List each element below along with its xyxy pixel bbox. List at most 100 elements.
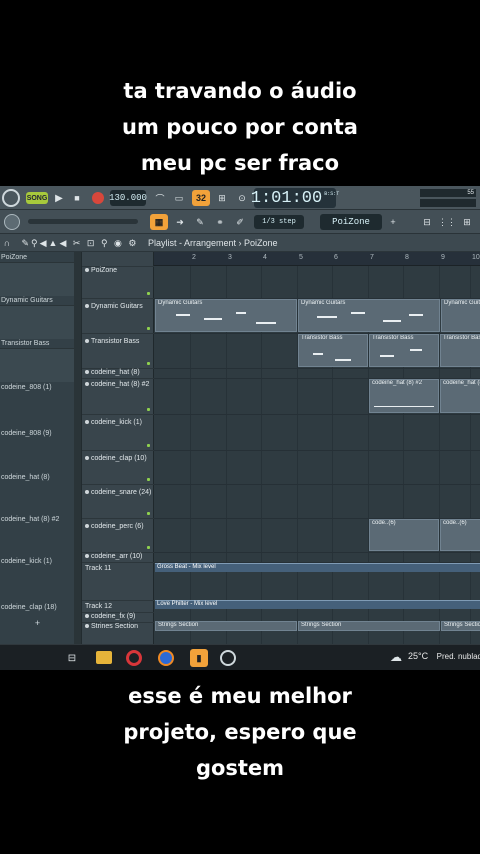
clip-label: Dynamic Guitars	[301, 300, 346, 306]
browser-item[interactable]: codeine_clap (18)	[0, 604, 74, 611]
arrow-right-icon[interactable]: ➜	[172, 214, 188, 230]
draw-icon[interactable]: ✐	[232, 214, 248, 230]
track-header[interactable]: codeine_clap (10)	[82, 450, 154, 484]
track-header[interactable]: codeine_snare (24)	[82, 484, 154, 518]
track-header[interactable]: Track 11	[82, 562, 154, 600]
tempo-display[interactable]: 130.000	[109, 190, 147, 206]
wait-icon[interactable]: ▭	[170, 190, 188, 206]
pattern-clip[interactable]: Dynamic Guitars	[298, 299, 440, 332]
blend-icon[interactable]: ⊞	[214, 190, 230, 206]
track-header[interactable]: codeine_hat (8) #2	[82, 378, 154, 414]
track-label: codeine_kick (1)	[91, 419, 142, 426]
magnet-icon[interactable]: ∩	[2, 236, 12, 250]
clip-label: Dynamic Guitars	[444, 300, 480, 306]
browser-item[interactable]: codeine_808 (1)	[0, 384, 74, 391]
browser-item[interactable]: codeine_808 (9)	[0, 430, 74, 437]
pattern-clip[interactable]: code..(6)	[440, 519, 480, 551]
file-explorer-icon[interactable]	[96, 651, 112, 664]
snap-button[interactable]: ▦	[150, 214, 168, 230]
browser-item[interactable]: PoiZone	[0, 254, 74, 261]
track-header[interactable]: PoiZone	[82, 266, 154, 298]
track-header[interactable]: Dynamic Guitars	[82, 298, 154, 333]
clip-label: Transistor Bass	[301, 335, 343, 341]
browser-panel: PoiZone Dynamic Guitars Transistor Bass …	[0, 252, 82, 644]
playlist-toolbar: ∩ ✎⚲◀▲◀ ✂ ⊡ ⚲ ◉ ⚙ Playlist - Arrangement…	[0, 234, 480, 252]
fl-studio-icon[interactable]: ▮	[190, 649, 208, 667]
track-header[interactable]: codeine_hat (8)	[82, 368, 154, 378]
link-icon[interactable]: ⚭	[212, 214, 228, 230]
browser-item[interactable]: codeine_hat (8)	[0, 474, 74, 481]
master-volume-knob[interactable]	[4, 214, 20, 230]
browser-item[interactable]: Transistor Bass	[0, 340, 74, 347]
bar-number: 7	[370, 254, 374, 261]
memory-meter	[420, 199, 476, 207]
automation-clip[interactable]: Gross Beat - Mix level	[155, 563, 480, 572]
browser-item[interactable]: Dynamic Guitars	[0, 297, 74, 304]
caption-line: meu pc ser fraco	[140, 151, 340, 175]
clip-label: Strings Section	[444, 622, 480, 628]
channel-rack-icon[interactable]: ⋮⋮	[438, 214, 456, 230]
task-view-icon[interactable]: ⊟	[64, 650, 80, 666]
bar-number: 6	[334, 254, 338, 261]
pencil-icon[interactable]: ✎	[192, 214, 208, 230]
automation-clip[interactable]: Love Philter - Mix level	[155, 600, 480, 609]
piano-roll-icon[interactable]: ⊞	[460, 214, 474, 230]
pattern-clip[interactable]: code..(6)	[369, 519, 439, 551]
pattern-clip[interactable]: Dynamic Guitars	[155, 299, 297, 332]
menu-icon[interactable]	[2, 189, 20, 207]
track-header[interactable]: Strines Section	[82, 622, 154, 632]
pattern-selector[interactable]: PoiZone	[320, 214, 382, 230]
windows-taskbar: ⊟ ▮ ☁ 25°C Pred. nublad	[0, 644, 480, 670]
track-label: Track 12	[85, 603, 112, 610]
track-header-column: PoiZone Dynamic Guitars Transistor Bass …	[82, 252, 154, 670]
browser-item[interactable]: codeine_kick (1)	[0, 558, 74, 565]
clip-note	[176, 314, 190, 316]
opera-icon[interactable]	[126, 650, 142, 666]
app-icon[interactable]	[220, 650, 236, 666]
playlist-grid[interactable]: 2 3 4 5 6 7 8 9 10 Dynamic Guitars Dynam…	[154, 252, 480, 670]
weather-text: Pred. nublad	[436, 652, 480, 661]
firefox-icon[interactable]	[158, 650, 174, 666]
plus-icon[interactable]: +	[386, 214, 400, 230]
mixer-icon[interactable]: ⊟	[420, 214, 434, 230]
play-icon[interactable]: ▶	[52, 190, 66, 206]
pattern-clip[interactable]: codeine_hat (8) #2	[440, 379, 480, 413]
cloud-icon: ☁	[390, 650, 402, 664]
track-header[interactable]: Transistor Bass	[82, 333, 154, 368]
browser-scrollbar[interactable]	[74, 252, 81, 644]
track-header[interactable]: Track 12	[82, 600, 154, 612]
countdown-button[interactable]: 32	[192, 190, 210, 206]
metronome-icon[interactable]: ⌒	[152, 190, 168, 206]
browser-item[interactable]: codeine_hat (8) #2	[0, 516, 74, 523]
pattern-clip[interactable]: Transistor Bass	[369, 334, 439, 367]
clip-label: code..(6)	[443, 520, 467, 526]
browser-tools-icons[interactable]: ✎⚲◀▲◀ ✂ ⊡ ⚲ ◉ ⚙	[20, 236, 140, 250]
master-pitch-slider[interactable]	[28, 219, 138, 224]
weather-status: 25°C Pred. nublad	[408, 651, 480, 661]
record-icon[interactable]	[92, 192, 104, 204]
track-header[interactable]: codeine_perc (6)	[82, 518, 154, 552]
pattern-clip[interactable]: Transistor Bass	[440, 334, 480, 367]
pattern-clip[interactable]: Strings Section	[155, 621, 297, 631]
add-pattern-button[interactable]: +	[0, 618, 74, 628]
clip-label: Strings Section	[301, 622, 342, 628]
clip-note	[236, 312, 246, 314]
track-header[interactable]: codeine_fx (9)	[82, 612, 154, 622]
timeline-ruler[interactable]: 2 3 4 5 6 7 8 9 10	[154, 252, 480, 266]
pattern-clip[interactable]: Transistor Bass	[298, 334, 368, 367]
main-toolbar: SONG ▶ ■ 130.000 ⌒ ▭ 32 ⊞ ⊙ 1:01:00 B:S:…	[0, 186, 480, 210]
step-selector[interactable]: 1/3 step	[254, 215, 304, 229]
pattern-clip[interactable]: codeine_hat (8) #2	[369, 379, 439, 413]
pattern-clip[interactable]: Strings Section	[298, 621, 440, 631]
cpu-value: 55	[467, 190, 474, 196]
track-dot	[85, 370, 89, 375]
stop-icon[interactable]: ■	[70, 190, 84, 206]
clip-note	[351, 312, 365, 314]
loop-record-icon[interactable]: ⊙	[234, 190, 250, 206]
song-mode-button[interactable]: SONG	[26, 192, 48, 204]
track-header[interactable]: codeine_arr (10)	[82, 552, 154, 562]
track-dot	[85, 382, 89, 387]
pattern-clip[interactable]: Dynamic Guitars	[441, 299, 480, 332]
track-header[interactable]: codeine_kick (1)	[82, 414, 154, 450]
pattern-clip[interactable]: Strings Section	[441, 621, 480, 631]
